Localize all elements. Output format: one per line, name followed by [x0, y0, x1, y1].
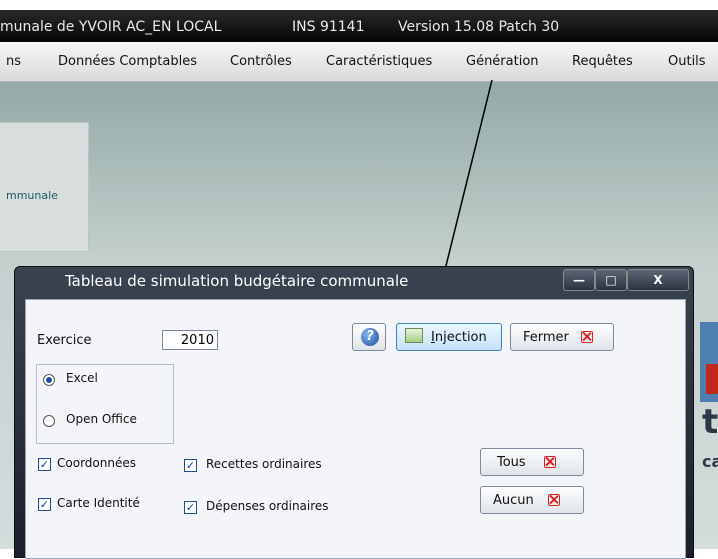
- checkbox-recettes-label: Recettes ordinaires: [206, 457, 322, 471]
- injection-icon: [405, 328, 423, 343]
- help-button[interactable]: ?: [352, 323, 386, 351]
- checkbox-depenses[interactable]: ✓: [184, 501, 197, 514]
- radio-open-office-label: Open Office: [66, 412, 137, 426]
- cancel-icon: [581, 331, 594, 343]
- dialog-title: Tableau de simulation budgétaire communa…: [65, 272, 409, 290]
- tous-label: Tous: [497, 455, 526, 470]
- close-button[interactable]: X: [627, 269, 689, 291]
- tous-button[interactable]: Tous: [480, 448, 584, 476]
- checkbox-coordonnees-label: Coordonnées: [57, 456, 136, 470]
- checkbox-recettes[interactable]: ✓: [184, 459, 197, 472]
- help-icon: ?: [361, 328, 379, 346]
- radio-excel-label: Excel: [66, 371, 98, 385]
- simulation-dialog: Tableau de simulation budgétaire communa…: [14, 266, 694, 559]
- radio-open-office[interactable]: [43, 415, 55, 427]
- radio-excel[interactable]: [43, 374, 55, 386]
- checkbox-carte-identite-label: Carte Identité: [57, 496, 140, 510]
- checkbox-coordonnees[interactable]: ✓: [38, 458, 51, 471]
- checkbox-carte-identite[interactable]: ✓: [38, 498, 51, 511]
- aucun-button[interactable]: Aucun: [480, 486, 584, 514]
- maximize-button[interactable]: □: [595, 269, 627, 291]
- dialog-client-area: Exercice 2010 ? Injection Fermer Excel O…: [25, 299, 686, 559]
- fermer-button[interactable]: Fermer: [510, 323, 614, 351]
- checkbox-depenses-label: Dépenses ordinaires: [206, 499, 329, 513]
- deselect-all-icon: [547, 494, 560, 506]
- fermer-label: Fermer: [523, 330, 569, 345]
- aucun-label: Aucun: [493, 493, 534, 508]
- exercice-input[interactable]: 2010: [162, 330, 218, 350]
- exercice-label: Exercice: [37, 333, 92, 348]
- injection-label: njection: [434, 330, 487, 345]
- minimize-button[interactable]: —: [563, 269, 595, 291]
- output-format-group: Excel Open Office: [36, 364, 174, 444]
- pointer-line: [439, 79, 493, 291]
- injection-button[interactable]: Injection: [396, 323, 502, 351]
- window-controls: — □ X: [563, 269, 693, 291]
- select-all-icon: [543, 456, 556, 468]
